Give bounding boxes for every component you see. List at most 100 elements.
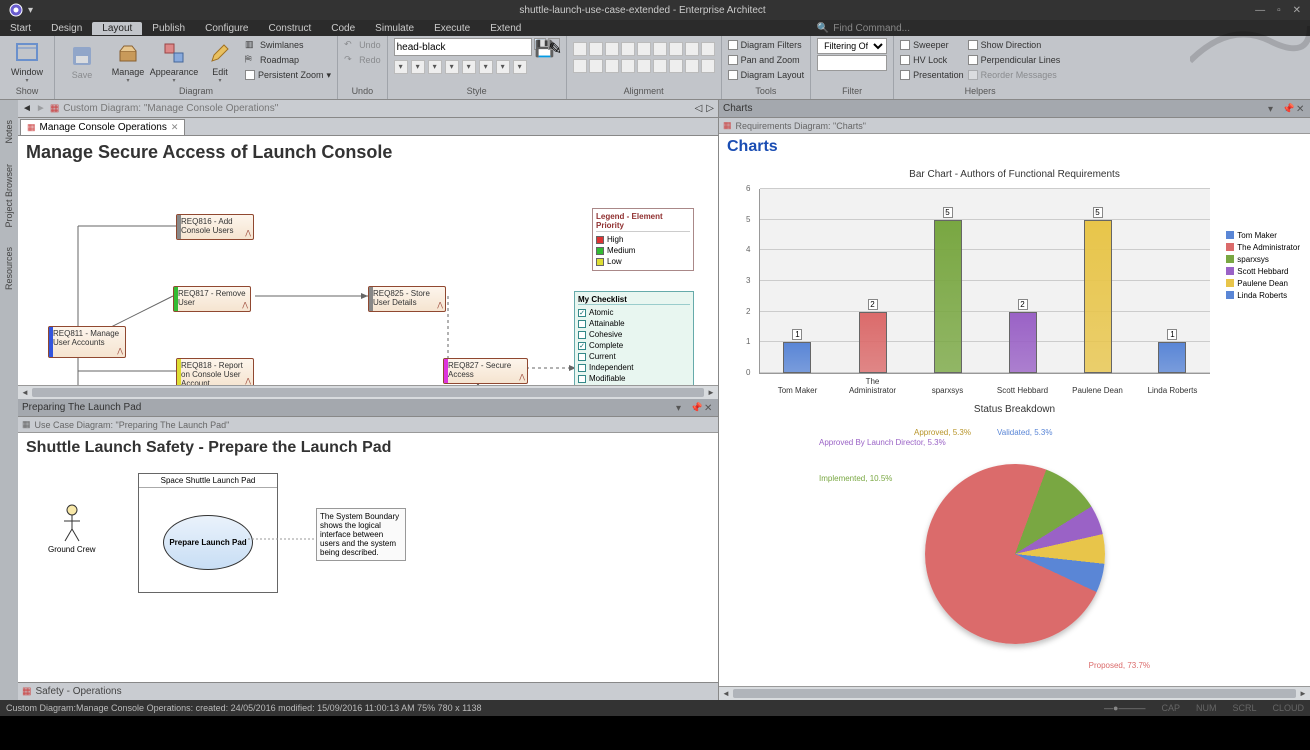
style-tool-icon[interactable]: ▾ — [411, 60, 425, 74]
app-logo-icon[interactable] — [4, 0, 28, 20]
align-tool-icon[interactable] — [637, 42, 651, 56]
checklist-card[interactable]: My Checklist ✓AtomicAttainableCohesive✓C… — [574, 291, 694, 385]
presentation-checkbox[interactable]: Presentation — [900, 68, 964, 82]
charts-hscroll[interactable]: ◄► — [719, 686, 1310, 700]
align-tool-icon[interactable] — [573, 42, 587, 56]
close-pane-icon[interactable]: ✕ — [704, 403, 714, 413]
launchpad-canvas[interactable]: Shuttle Launch Safety - Prepare the Laun… — [18, 433, 718, 682]
appearance-button[interactable]: Appearance▾ — [153, 38, 195, 86]
diagram-filters-button[interactable]: Diagram Filters — [728, 38, 805, 52]
style-tool-icon[interactable]: ▾ — [513, 60, 527, 74]
menu-extend[interactable]: Extend — [480, 22, 531, 35]
perp-checkbox[interactable]: Perpendicular Lines — [968, 53, 1061, 67]
nav-right-icon[interactable]: ▷ — [706, 103, 714, 114]
main-canvas[interactable]: Manage Secure Access of Launch Console R… — [18, 136, 718, 385]
align-tool-icon[interactable] — [605, 59, 619, 73]
restore-button[interactable]: ▫ — [1274, 5, 1284, 16]
persistent-zoom-checkbox[interactable]: Persistent Zoom ▾ — [245, 68, 331, 82]
legend-card[interactable]: Legend - Element Priority HighMediumLow — [592, 208, 694, 271]
req-811[interactable]: REQ811 - Manage User Accounts⋀ — [48, 326, 126, 358]
align-tool-icon[interactable] — [605, 42, 619, 56]
align-tool-icon[interactable] — [621, 42, 635, 56]
nav-left-icon[interactable]: ◁ — [695, 103, 703, 114]
manage-button[interactable]: Manage▾ — [107, 38, 149, 86]
align-tool-icon[interactable] — [637, 59, 651, 73]
checklist-item[interactable]: Cohesive — [578, 329, 690, 340]
zoom-slider[interactable]: —●——— — [1104, 703, 1145, 713]
style-tool-icon[interactable]: ▾ — [479, 60, 493, 74]
style-combo[interactable] — [394, 38, 532, 56]
window-button[interactable]: Window▾ — [6, 38, 48, 86]
checklist-item[interactable]: Independent — [578, 362, 690, 373]
req-816[interactable]: REQ816 - Add Console Users⋀ — [176, 214, 254, 240]
doctab-close-icon[interactable]: ✕ — [171, 122, 179, 133]
search-icon[interactable]: 🔍 — [817, 23, 829, 34]
find-command-input[interactable]: Find Command... — [833, 23, 910, 34]
checklist-item[interactable]: Current — [578, 351, 690, 362]
style-tool-icon[interactable]: ▾ — [496, 60, 510, 74]
diagram-layout-button[interactable]: Diagram Layout — [728, 68, 805, 82]
align-tool-icon[interactable] — [653, 42, 667, 56]
reorder-checkbox[interactable]: Reorder Messages — [968, 68, 1061, 82]
menu-layout[interactable]: Layout — [92, 22, 142, 35]
align-tool-icon[interactable] — [701, 42, 715, 56]
align-tool-icon[interactable] — [621, 59, 635, 73]
style-tool-icon[interactable]: ▾ — [394, 60, 408, 74]
pin-icon[interactable]: 📌 — [1282, 104, 1292, 114]
undo-button[interactable]: ↶Undo — [344, 38, 381, 52]
menu-start[interactable]: Start — [0, 22, 41, 35]
align-tool-icon[interactable] — [685, 59, 699, 73]
req-817[interactable]: REQ817 - Remove User⋀ — [173, 286, 251, 312]
menu-simulate[interactable]: Simulate — [365, 22, 424, 35]
nav-fwd-icon[interactable]: ► — [36, 103, 46, 114]
sweeper-checkbox[interactable]: Sweeper — [900, 38, 964, 52]
align-tool-icon[interactable] — [669, 42, 683, 56]
apply-style-icon[interactable]: ✎ — [548, 38, 560, 50]
menu-execute[interactable]: Execute — [424, 22, 480, 35]
save-style-icon[interactable]: 💾 — [534, 38, 546, 50]
redo-button[interactable]: ↷Redo — [344, 53, 381, 67]
req-818[interactable]: REQ818 - Report on Console User Account⋀ — [176, 358, 254, 385]
align-tool-icon[interactable] — [653, 59, 667, 73]
edit-button[interactable]: Edit▾ — [199, 38, 241, 86]
charts-canvas[interactable]: Charts Bar Chart - Authors of Functional… — [719, 134, 1310, 686]
main-hscroll[interactable]: ◄► — [18, 385, 718, 399]
checklist-item[interactable]: ✓Complete — [578, 340, 690, 351]
minimize-button[interactable]: — — [1252, 5, 1268, 16]
usecase-prepare-launchpad[interactable]: Prepare Launch Pad — [163, 515, 253, 570]
style-tool-icon[interactable]: ▾ — [462, 60, 476, 74]
note-system-boundary[interactable]: The System Boundary shows the logical in… — [316, 508, 406, 561]
doctab-manage-console[interactable]: ▦ Manage Console Operations ✕ — [20, 119, 185, 135]
bottom-tab-label[interactable]: Safety - Operations — [35, 686, 121, 697]
checklist-item[interactable]: Attainable — [578, 318, 690, 329]
align-tool-icon[interactable] — [573, 59, 587, 73]
nav-back-icon[interactable]: ◄ — [22, 103, 32, 114]
menu-publish[interactable]: Publish — [142, 22, 195, 35]
sidetab-resources[interactable]: Resources — [4, 247, 14, 290]
pan-zoom-button[interactable]: Pan and Zoom — [728, 53, 805, 67]
checklist-item[interactable]: Modifiable — [578, 373, 690, 384]
req-825[interactable]: REQ825 - Store User Details⋀ — [368, 286, 446, 312]
sidetab-notes[interactable]: Notes — [4, 120, 14, 144]
align-tool-icon[interactable] — [669, 59, 683, 73]
menu-construct[interactable]: Construct — [258, 22, 321, 35]
close-button[interactable]: ✕ — [1290, 5, 1304, 16]
filter-value-input[interactable] — [817, 55, 887, 71]
menu-configure[interactable]: Configure — [195, 22, 258, 35]
filter-mode-select[interactable]: Filtering Off — [817, 38, 887, 54]
align-tool-icon[interactable] — [685, 42, 699, 56]
checklist-item[interactable]: ✓Atomic — [578, 307, 690, 318]
dropdown-icon[interactable]: ▾ — [676, 403, 686, 413]
close-pane-icon[interactable]: ✕ — [1296, 104, 1306, 114]
pin-icon[interactable]: 📌 — [690, 403, 700, 413]
menu-design[interactable]: Design — [41, 22, 92, 35]
actor-ground-crew[interactable]: Ground Crew — [48, 503, 96, 554]
sidetab-project-browser[interactable]: Project Browser — [4, 164, 14, 228]
save-button[interactable]: Save — [61, 38, 103, 86]
showdir-checkbox[interactable]: Show Direction — [968, 38, 1061, 52]
style-tool-icon[interactable]: ▾ — [445, 60, 459, 74]
hvlock-checkbox[interactable]: HV Lock — [900, 53, 964, 67]
menu-code[interactable]: Code — [321, 22, 365, 35]
align-tool-icon[interactable] — [589, 42, 603, 56]
align-tool-icon[interactable] — [589, 59, 603, 73]
